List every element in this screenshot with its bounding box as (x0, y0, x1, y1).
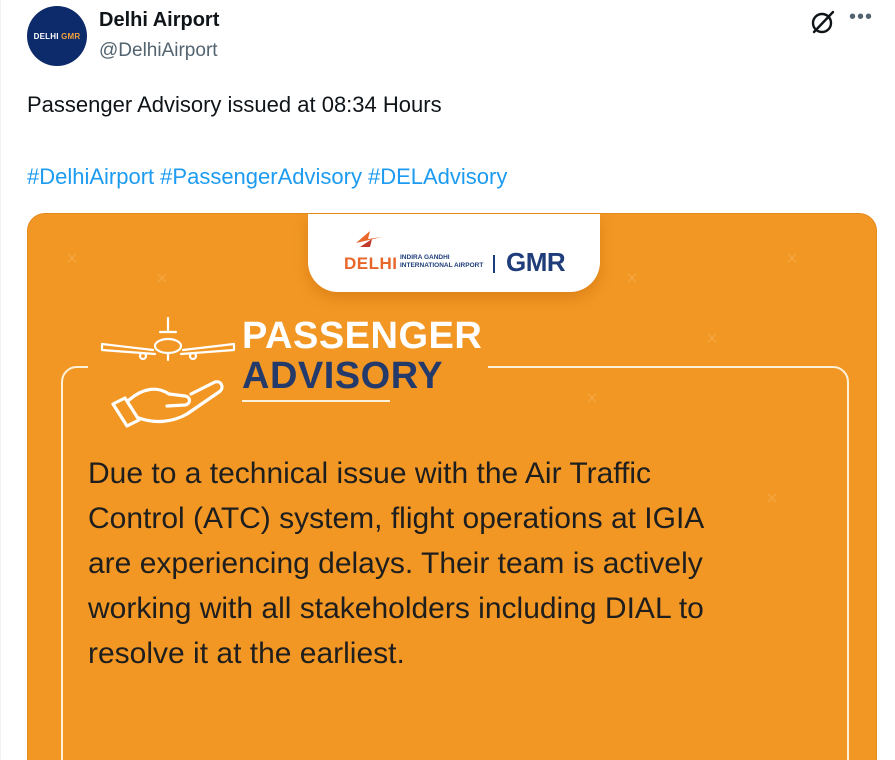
avatar[interactable]: DELHI GMR (27, 6, 87, 66)
advisory-body-text: Due to a technical issue with the Air Tr… (88, 457, 704, 670)
more-icon[interactable]: ••• (849, 7, 875, 30)
grok-icon[interactable] (809, 8, 837, 36)
tweet: DELHI GMR Delhi Airport @DelhiAirport ••… (0, 0, 895, 760)
helping-hand-icon (111, 380, 224, 428)
tweet-text: Passenger Advisory issued at 08:34 Hours (27, 92, 442, 117)
delhi-logo-text: DELHI (344, 254, 398, 273)
avatar-logo: DELHI GMR (33, 31, 81, 41)
advisory-title-line-1: PASSENGER (242, 315, 483, 357)
delhi-airport-logo-icon (356, 231, 382, 247)
hashtags: #DelhiAirport #PassengerAdvisory #DELAdvis… (27, 164, 513, 190)
author-name[interactable]: Delhi Airport (99, 9, 219, 32)
hashtag-link[interactable]: #DELAdvisory (368, 164, 507, 189)
hashtag-link[interactable]: #PassengerAdvisory (160, 164, 362, 189)
author-handle[interactable]: @DelhiAirport (99, 40, 218, 62)
logo-banner: DELHI INDIRA GANDHI INTERNATIONAL AIRPOR… (308, 214, 600, 292)
delhi-logo-subtext: INDIRA GANDHI INTERNATIONAL AIRPORT (400, 254, 484, 269)
logo-divider (493, 255, 495, 273)
title-underline (242, 400, 390, 402)
hashtag-link[interactable]: #DelhiAirport (27, 164, 154, 189)
advisory-title-line-2: ADVISORY (242, 355, 444, 397)
advisory-image[interactable]: DELHI INDIRA GANDHI INTERNATIONAL AIRPOR… (27, 213, 877, 760)
gmr-logo-text: GMR (506, 247, 566, 277)
